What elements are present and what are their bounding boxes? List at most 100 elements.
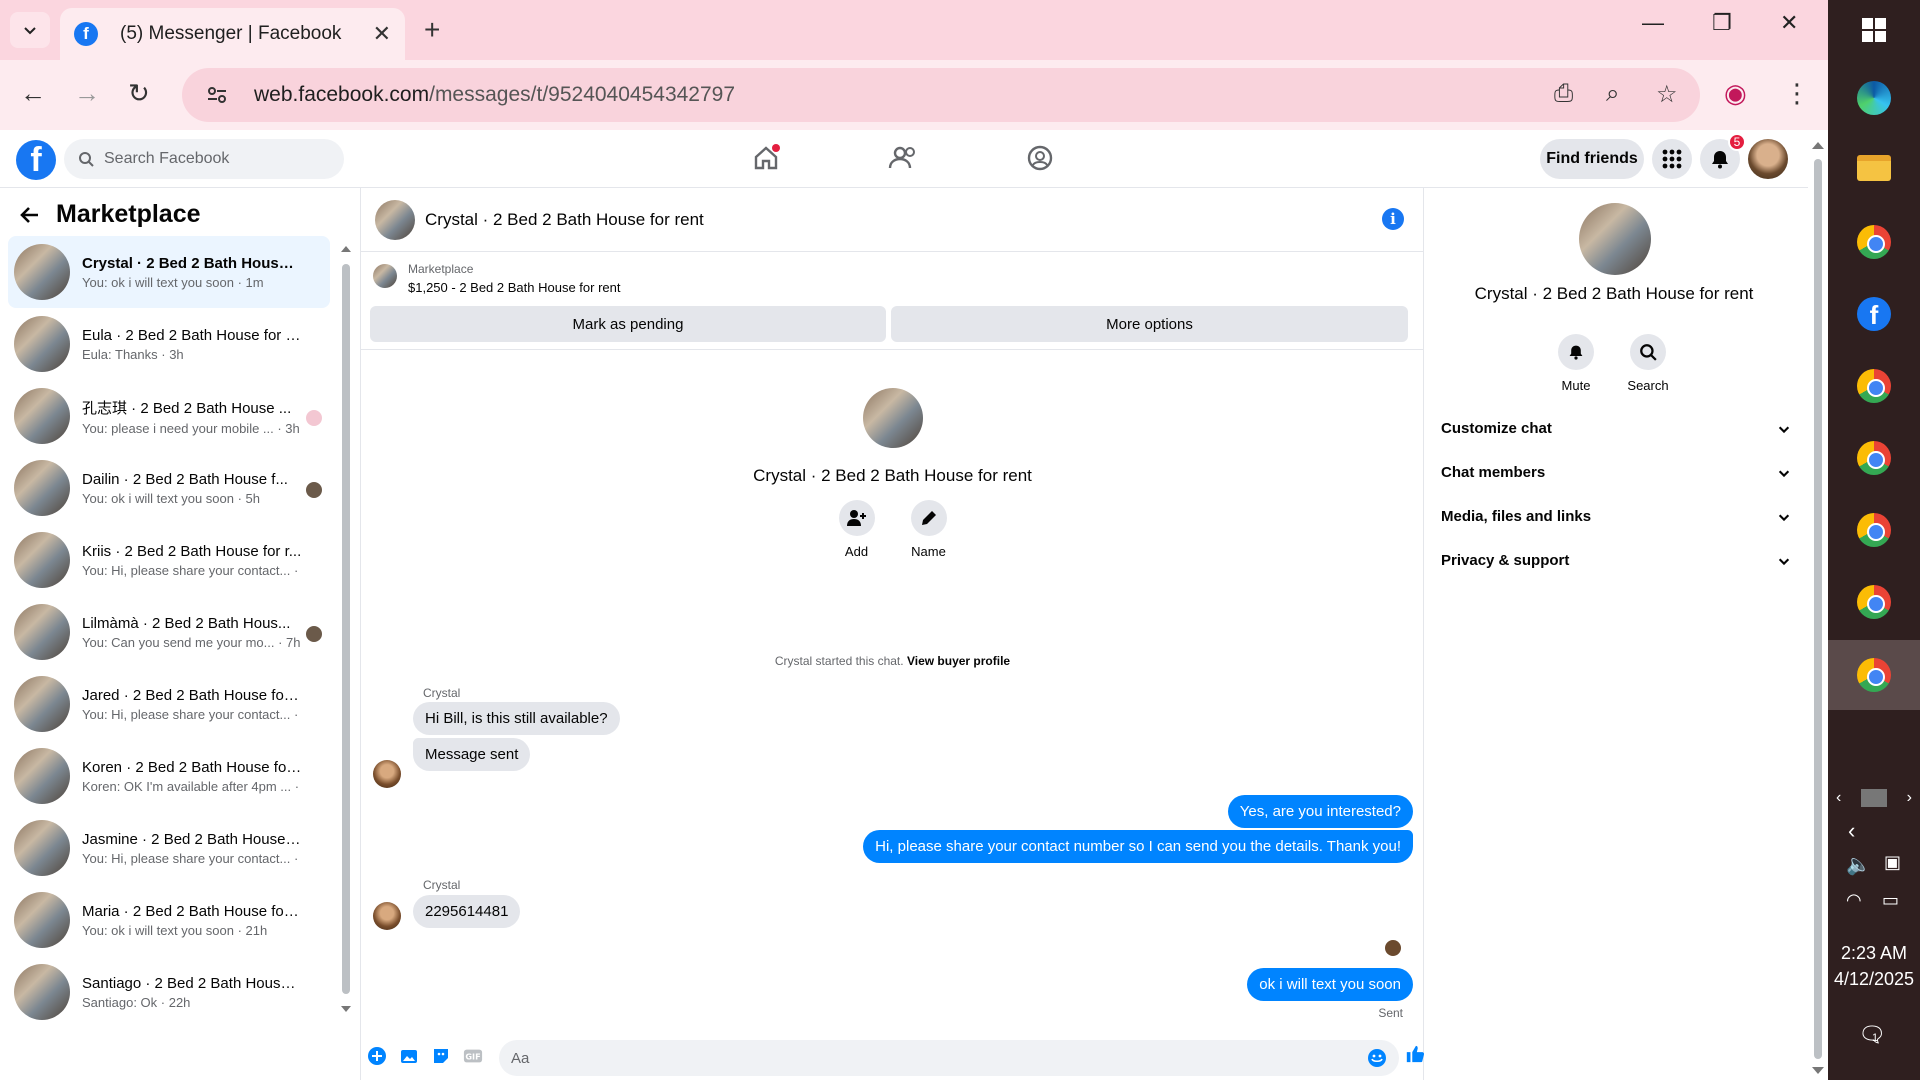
- chevron-left-icon[interactable]: ‹: [1848, 818, 1855, 844]
- restore-icon[interactable]: ❐: [1712, 10, 1732, 36]
- chrome-profile-icon[interactable]: [1854, 366, 1894, 406]
- conversation-item[interactable]: Crystal · 2 Bed 2 Bath House fo... You: o…: [8, 236, 330, 308]
- page-scrollbar[interactable]: [1808, 135, 1828, 1080]
- info-thumbnail[interactable]: [1579, 203, 1651, 275]
- browser-menu-icon[interactable]: ⋮: [1784, 78, 1810, 109]
- conversation-scrollbar[interactable]: [340, 244, 352, 1012]
- add-person-icon: [846, 510, 866, 526]
- info-icon[interactable]: i: [1382, 208, 1404, 230]
- notifications-button[interactable]: 5: [1700, 133, 1746, 179]
- facebook-search-input[interactable]: Search Facebook: [64, 139, 344, 179]
- chevron-right-icon[interactable]: ›: [1907, 789, 1912, 807]
- outgoing-message[interactable]: Yes, are you interested?: [1227, 795, 1413, 828]
- chrome-icon[interactable]: [1854, 222, 1894, 262]
- chat-thumbnail[interactable]: [375, 199, 415, 240]
- tab-search-button[interactable]: [10, 12, 50, 48]
- facebook-app-icon[interactable]: f: [1854, 294, 1894, 334]
- menu-button[interactable]: [1652, 139, 1692, 179]
- find-friends-button[interactable]: Find friends: [1540, 139, 1644, 179]
- scroll-up-icon[interactable]: [340, 244, 352, 254]
- conversation-item[interactable]: Jared · 2 Bed 2 Bath House for ... You: H…: [8, 668, 330, 740]
- back-arrow-icon[interactable]: [20, 205, 40, 225]
- view-buyer-profile-link[interactable]: View buyer profile: [907, 654, 1010, 668]
- incoming-message[interactable]: 2295614481: [413, 895, 521, 928]
- scrollbar-thumb[interactable]: [342, 264, 350, 994]
- listing-price[interactable]: $1,250 - 2 Bed 2 Bath House for rent: [408, 280, 620, 295]
- conversation-item[interactable]: 孔志琪 · 2 Bed 2 Bath House ... You: please …: [8, 380, 330, 452]
- facebook-logo-icon[interactable]: f: [16, 140, 56, 180]
- system-clock[interactable]: 2:23 AM 4/12/2025: [1828, 940, 1920, 992]
- chrome-profile-icon[interactable]: [1854, 510, 1894, 550]
- address-bar[interactable]: web.facebook.com/messages/t/952404045434…: [182, 68, 1700, 122]
- privacy-support-section[interactable]: Privacy & support: [1441, 552, 1791, 569]
- browser-tab[interactable]: f (5) Messenger | Facebook ✕: [60, 8, 405, 60]
- outgoing-message[interactable]: Hi, please share your contact number so …: [863, 830, 1413, 863]
- back-icon[interactable]: ←: [20, 78, 46, 109]
- reload-icon[interactable]: ↻: [128, 78, 150, 109]
- incoming-message[interactable]: Hi Bill, is this still available?: [413, 702, 620, 735]
- add-member-action[interactable]: Add: [838, 500, 875, 559]
- chevron-left-icon[interactable]: ‹: [1836, 789, 1841, 807]
- outgoing-message[interactable]: ok i will text you soon: [1247, 968, 1413, 1001]
- close-tab-icon[interactable]: ✕: [373, 21, 391, 47]
- edge-icon[interactable]: [1854, 78, 1894, 118]
- volume-icon[interactable]: 🔈: [1846, 852, 1871, 877]
- chrome-profile-icon[interactable]: [1854, 655, 1894, 695]
- conversation-item[interactable]: Santiago · 2 Bed 2 Bath House ... Santiag…: [8, 956, 330, 1028]
- conversation-item[interactable]: Jasmine · 2 Bed 2 Bath House f... You: Hi…: [8, 812, 330, 884]
- sender-avatar[interactable]: [373, 902, 401, 930]
- mark-pending-button[interactable]: Mark as pending: [370, 306, 886, 342]
- like-icon[interactable]: [1405, 1044, 1425, 1064]
- minimize-icon[interactable]: —: [1642, 10, 1664, 36]
- forward-icon[interactable]: →: [74, 78, 100, 109]
- windows-start-icon[interactable]: [1854, 10, 1894, 50]
- zoom-icon[interactable]: ⌕: [1606, 80, 1619, 108]
- conversation-item[interactable]: Koren · 2 Bed 2 Bath House for... Koren: …: [8, 740, 330, 812]
- media-files-section[interactable]: Media, files and links: [1441, 508, 1791, 525]
- conversation-item[interactable]: Kriis · 2 Bed 2 Bath House for r... You: …: [8, 524, 330, 596]
- more-options-button[interactable]: More options: [891, 306, 1408, 342]
- message-input[interactable]: Aa: [499, 1040, 1399, 1076]
- scroll-down-icon[interactable]: [340, 1004, 352, 1014]
- taskbar-scroll-thumb[interactable]: [1861, 789, 1887, 807]
- chrome-profile-icon[interactable]: [1854, 438, 1894, 478]
- seen-avatar: [306, 626, 322, 642]
- scroll-down-icon[interactable]: [1808, 1065, 1828, 1077]
- photo-icon[interactable]: [399, 1046, 419, 1066]
- window-close-icon[interactable]: ✕: [1780, 10, 1798, 36]
- mute-action[interactable]: Mute: [1558, 334, 1594, 393]
- chrome-profile-icon[interactable]: [1854, 582, 1894, 622]
- scrollbar-thumb[interactable]: [1814, 159, 1822, 1059]
- home-icon[interactable]: [752, 144, 780, 177]
- friends-icon[interactable]: [888, 144, 918, 177]
- file-explorer-icon[interactable]: [1854, 148, 1894, 188]
- groups-icon[interactable]: [1026, 144, 1054, 177]
- wifi-icon[interactable]: ◠: [1846, 890, 1862, 911]
- customize-chat-section[interactable]: Customize chat: [1441, 420, 1791, 437]
- gif-icon[interactable]: GIF: [463, 1046, 483, 1066]
- new-tab-icon[interactable]: +: [424, 14, 440, 46]
- notification-center-icon[interactable]: 🗨 1: [1858, 1022, 1890, 1050]
- conversation-item[interactable]: Lilmàmà · 2 Bed 2 Bath Hous... You: Can y…: [8, 596, 330, 668]
- install-app-icon[interactable]: ⎙: [1554, 80, 1573, 108]
- bookmark-star-icon[interactable]: ☆: [1656, 80, 1678, 109]
- chat-members-section[interactable]: Chat members: [1441, 464, 1791, 481]
- chat-title[interactable]: Crystal · 2 Bed 2 Bath House for rent: [425, 210, 704, 230]
- plus-icon[interactable]: [367, 1046, 387, 1066]
- search-action[interactable]: Search: [1627, 334, 1669, 393]
- sticker-icon[interactable]: [431, 1046, 451, 1066]
- scroll-up-icon[interactable]: [1808, 139, 1828, 151]
- incoming-message[interactable]: Message sent: [413, 738, 531, 771]
- conversation-item[interactable]: Eula · 2 Bed 2 Bath House for r... Eula: …: [8, 308, 330, 380]
- sender-avatar[interactable]: [373, 760, 401, 788]
- account-avatar[interactable]: [1748, 139, 1788, 179]
- profile-icon[interactable]: ◉: [1724, 78, 1747, 109]
- conversation-item[interactable]: Maria · 2 Bed 2 Bath House for ... You: o…: [8, 884, 330, 956]
- site-settings-icon[interactable]: [204, 82, 230, 108]
- device-icon[interactable]: ▣: [1884, 852, 1901, 873]
- battery-icon[interactable]: ▭: [1882, 890, 1899, 911]
- name-chat-action[interactable]: Name: [910, 500, 947, 559]
- taskbar-scroller[interactable]: ‹ ›: [1828, 786, 1920, 810]
- conversation-item[interactable]: Dailin · 2 Bed 2 Bath House f... You: ok …: [8, 452, 330, 524]
- emoji-icon[interactable]: [1367, 1048, 1387, 1072]
